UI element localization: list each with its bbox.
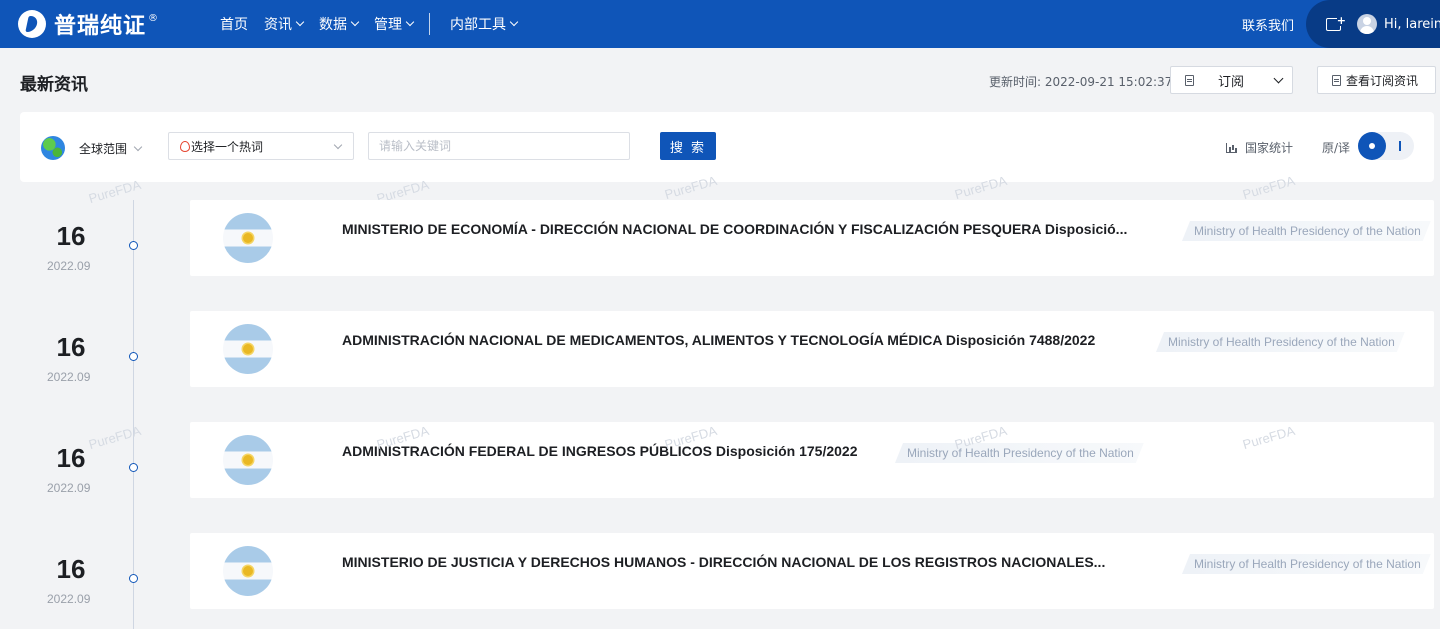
news-year-month: 2022.09	[47, 481, 91, 495]
news-source-tag: Ministry of Health Presidency of the Nat…	[1182, 554, 1431, 574]
nav-item-internal-tools[interactable]: 内部工具	[442, 14, 525, 34]
news-day: 16	[56, 554, 86, 584]
original-translation-label: 原/译	[1322, 141, 1351, 155]
news-day: 16	[56, 332, 86, 362]
toggle-knob	[1358, 132, 1386, 160]
nav-item-news[interactable]: 资讯	[256, 14, 311, 34]
national-stats-link[interactable]: 国家统计	[1226, 139, 1293, 156]
news-title[interactable]: ADMINISTRACIÓN FEDERAL DE INGRESOS PÚBLI…	[342, 443, 858, 459]
scope-select[interactable]: 全球范围	[40, 134, 174, 162]
news-title[interactable]: MINISTERIO DE JUSTICIA Y DERECHOS HUMANO…	[342, 554, 1105, 570]
brand-name: 普瑞纯证	[54, 14, 147, 39]
news-year-month: 2022.09	[47, 370, 91, 384]
news-year-month: 2022.09	[47, 259, 91, 273]
main-nav: 首页 资讯 数据 管理 内部工具	[212, 0, 525, 48]
bar-chart-icon	[1226, 142, 1237, 153]
subscribe-dropdown[interactable]: 订阅	[1170, 66, 1293, 94]
chevron-down-icon	[295, 17, 305, 27]
nav-item-manage[interactable]: 管理	[366, 14, 421, 34]
top-navbar: 普瑞纯证 ® 首页 资讯 数据 管理 内部工具 联系我们 Hi, lareina	[0, 0, 1440, 48]
avatar[interactable]	[1357, 14, 1377, 34]
nav-item-label: 首页	[220, 17, 248, 33]
nav-divider	[429, 13, 430, 35]
news-title[interactable]: MINISTERIO DE ECONOMÍA - DIRECCIÓN NACIO…	[342, 221, 1127, 237]
document-icon	[1332, 74, 1341, 86]
nav-item-data[interactable]: 数据	[311, 14, 366, 34]
nav-item-label: 数据	[319, 17, 347, 33]
hotword-placeholder: 选择一个热词	[191, 139, 264, 154]
news-title[interactable]: ADMINISTRACIÓN NACIONAL DE MEDICAMENTOS,…	[342, 332, 1095, 348]
argentina-flag-icon	[223, 324, 273, 374]
user-greeting[interactable]: Hi, lareina	[1384, 17, 1440, 32]
chevron-down-icon	[350, 17, 360, 27]
toggle-on-mark	[1399, 141, 1401, 151]
timeline-line	[133, 200, 134, 629]
scope-value: 全球范围	[79, 141, 128, 156]
user-area: Hi, lareina	[1306, 0, 1440, 48]
add-image-icon[interactable]	[1326, 14, 1346, 31]
nav-item-label: 资讯	[264, 17, 292, 33]
news-item[interactable]: MINISTERIO DE JUSTICIA Y DERECHOS HUMANO…	[190, 533, 1434, 609]
filter-panel: 全球范围 选择一个热词 搜 索 国家统计 原/译	[20, 112, 1434, 182]
subscribe-label: 订阅	[1218, 74, 1245, 90]
nav-item-label: 内部工具	[450, 17, 506, 33]
news-source-tag: Ministry of Health Presidency of the Nat…	[1182, 221, 1431, 241]
hotword-select[interactable]: 选择一个热词	[168, 132, 354, 160]
news-item[interactable]: ADMINISTRACIÓN FEDERAL DE INGRESOS PÚBLI…	[190, 422, 1434, 498]
news-day: 16	[56, 443, 86, 473]
chevron-down-icon	[1273, 73, 1284, 83]
news-source-tag: Ministry of Health Presidency of the Nat…	[1156, 332, 1405, 352]
logo-icon	[18, 10, 46, 38]
page-title: 最新资讯	[20, 75, 88, 95]
news-item[interactable]: MINISTERIO DE ECONOMÍA - DIRECCIÓN NACIO…	[190, 200, 1434, 276]
contact-us-link[interactable]: 联系我们	[1242, 15, 1294, 34]
news-day: 16	[56, 221, 86, 251]
globe-icon	[41, 136, 65, 160]
brand-logo[interactable]: 普瑞纯证 ®	[18, 9, 158, 39]
update-time: 更新时间: 2022-09-21 15:02:37	[989, 75, 1173, 89]
argentina-flag-icon	[223, 435, 273, 485]
national-stats-label: 国家统计	[1245, 141, 1294, 155]
registered-mark: ®	[148, 12, 159, 24]
watermark: PureFDA	[86, 422, 143, 453]
view-subscriptions-button[interactable]: 查看订阅资讯	[1317, 66, 1436, 94]
chevron-down-icon	[509, 17, 519, 27]
chevron-down-icon	[405, 17, 415, 27]
timeline-dot	[129, 352, 138, 361]
news-item[interactable]: ADMINISTRACIÓN NACIONAL DE MEDICAMENTOS,…	[190, 311, 1434, 387]
timeline-dot	[129, 574, 138, 583]
chevron-down-icon	[133, 142, 143, 151]
argentina-flag-icon	[223, 213, 273, 263]
nav-item-label: 管理	[374, 17, 402, 33]
argentina-flag-icon	[223, 546, 273, 596]
timeline-dot	[129, 241, 138, 250]
fire-icon	[180, 140, 190, 152]
document-icon	[1185, 74, 1194, 86]
search-button[interactable]: 搜 索	[660, 132, 716, 160]
timeline-dot	[129, 463, 138, 472]
nav-item-home[interactable]: 首页	[212, 14, 256, 34]
keyword-search-input[interactable]	[368, 132, 630, 160]
view-subscriptions-label: 查看订阅资讯	[1346, 73, 1419, 88]
news-source-tag: Ministry of Health Presidency of the Nat…	[895, 443, 1144, 463]
news-year-month: 2022.09	[47, 592, 91, 606]
chevron-down-icon	[333, 140, 343, 149]
translation-toggle[interactable]	[1358, 132, 1414, 160]
